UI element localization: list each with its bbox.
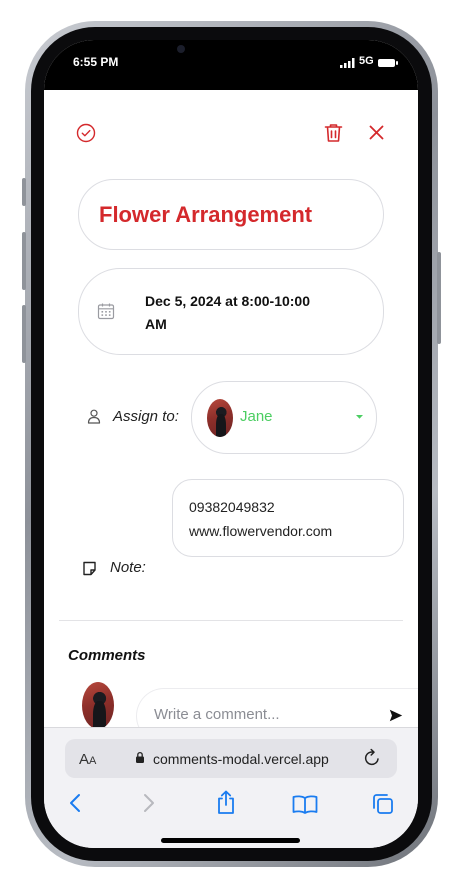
- url-text: comments-modal.vercel.app: [153, 751, 329, 767]
- event-modal: Flower Arrangement Dec 5, 2024 at 8:00-1…: [44, 90, 418, 744]
- assignee-select[interactable]: Jane: [191, 381, 377, 454]
- note-field[interactable]: 09382049832 www.flowervendor.com: [172, 479, 404, 557]
- close-icon[interactable]: [369, 125, 384, 140]
- status-bar: 6:55 PM 5G: [44, 40, 418, 90]
- camera-dot: [177, 45, 185, 53]
- battery-icon: [378, 59, 398, 67]
- trash-icon[interactable]: [324, 123, 343, 143]
- dynamic-island: [200, 40, 300, 54]
- mute-switch: [22, 178, 26, 206]
- forward-icon[interactable]: [142, 793, 156, 813]
- bookmarks-icon[interactable]: [292, 794, 318, 814]
- divider: [59, 620, 403, 621]
- tabs-icon[interactable]: [372, 793, 394, 815]
- network-type: 5G: [359, 55, 374, 67]
- user-icon: [87, 409, 101, 424]
- event-date-line1: Dec 5, 2024 at 8:00-10:00: [145, 293, 310, 309]
- event-title: Flower Arrangement: [99, 202, 313, 227]
- note-text: 09382049832 www.flowervendor.com: [189, 495, 332, 543]
- date-field[interactable]: Dec 5, 2024 at 8:00-10:00 AM: [78, 268, 384, 355]
- check-circle-icon[interactable]: [76, 123, 96, 143]
- assignee-avatar: [207, 399, 233, 437]
- home-indicator: [161, 838, 300, 843]
- comments-heading: Comments: [68, 647, 146, 664]
- event-date-line2: AM: [145, 316, 167, 332]
- current-user-avatar: [82, 682, 114, 729]
- reload-icon[interactable]: [363, 748, 381, 767]
- comment-input[interactable]: [152, 705, 366, 724]
- address-bar[interactable]: AA comments-modal.vercel.app: [65, 739, 397, 778]
- text-size-button[interactable]: AA: [79, 751, 96, 768]
- volume-up-button: [22, 232, 26, 290]
- assign-label: Assign to:: [113, 408, 179, 425]
- dropdown-arrow-icon: [356, 415, 363, 419]
- note-line1: 09382049832: [189, 499, 275, 515]
- safari-toolbar: AA comments-modal.vercel.app: [44, 727, 418, 848]
- note-icon: [83, 561, 96, 576]
- volume-down-button: [22, 305, 26, 363]
- lock-icon: [136, 751, 144, 763]
- back-icon[interactable]: [68, 793, 82, 813]
- signal-icon: [340, 58, 355, 68]
- note-label: Note:: [110, 559, 146, 576]
- assignee-name: Jane: [240, 408, 273, 425]
- calendar-icon: [97, 303, 115, 320]
- event-date: Dec 5, 2024 at 8:00-10:00 AM: [145, 290, 355, 336]
- send-icon[interactable]: [389, 709, 403, 722]
- title-field[interactable]: Flower Arrangement: [78, 179, 384, 250]
- power-button: [437, 252, 441, 344]
- share-icon[interactable]: [215, 790, 237, 815]
- status-time: 6:55 PM: [73, 55, 119, 69]
- phone-screen: 6:55 PM 5G Flower Arrangement Dec 5, 202…: [44, 40, 418, 848]
- note-line2: www.flowervendor.com: [189, 523, 333, 539]
